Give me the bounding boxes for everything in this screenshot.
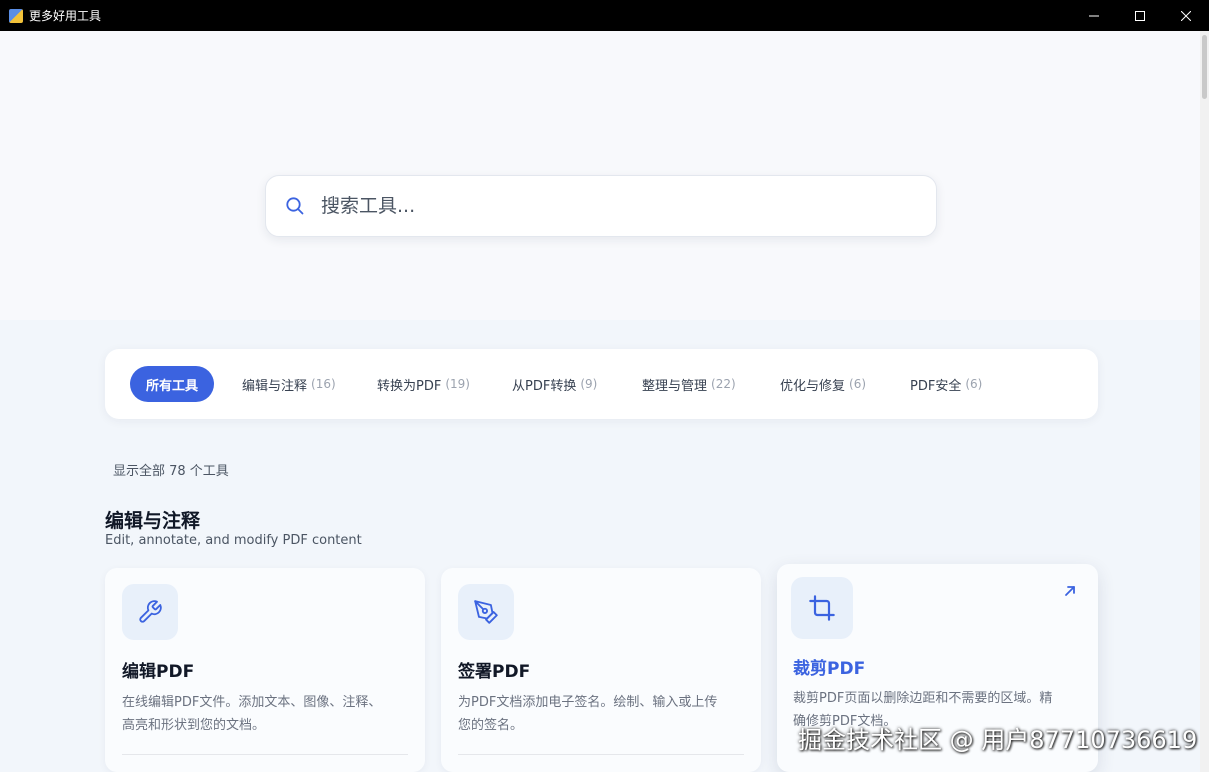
pen-nib-icon	[474, 600, 498, 624]
watermark-text: 掘金技术社区 @ 用户87710736619	[798, 726, 1198, 754]
search-icon	[286, 197, 304, 215]
card-icon-wrapper	[458, 584, 514, 640]
tab-count: (6)	[849, 377, 867, 391]
tab-label: 转换为PDF	[377, 378, 442, 394]
scrollbar[interactable]	[1200, 31, 1209, 772]
tab-label: 优化与修复	[780, 378, 846, 394]
card-icon-wrapper	[122, 584, 178, 640]
card-desc-line1: 为PDF文档添加电子签名。绘制、输入或上传	[458, 695, 718, 710]
tab-count: (6)	[965, 377, 983, 391]
search-input[interactable]	[321, 195, 881, 217]
tab-organize-manage[interactable]: 整理与管理 (22)	[642, 366, 736, 402]
tab-count: (22)	[711, 377, 736, 391]
tab-label: PDF安全	[910, 378, 962, 394]
card-desc-line1: 在线编辑PDF文件。添加文本、图像、注释、	[122, 695, 382, 710]
close-button[interactable]	[1163, 0, 1209, 31]
scroll-thumb[interactable]	[1202, 35, 1207, 99]
card-desc-line2: 您的签名。	[458, 718, 524, 733]
tab-label: 整理与管理	[642, 378, 708, 394]
crop-icon	[809, 595, 835, 621]
card-title: 裁剪PDF	[793, 659, 866, 679]
window-title: 更多好用工具	[29, 9, 102, 23]
tab-count: (19)	[445, 377, 470, 391]
tab-optimize-repair[interactable]: 优化与修复 (6)	[780, 366, 866, 402]
tab-all-tools[interactable]: 所有工具	[130, 366, 215, 402]
tab-label: 所有工具	[146, 378, 199, 394]
close-icon	[1181, 10, 1191, 21]
app-icon	[9, 8, 23, 23]
card-desc-line1: 裁剪PDF页面以删除边距和不需要的区域。精	[793, 691, 1053, 706]
tab-pdf-security[interactable]: PDF安全 (6)	[910, 366, 982, 402]
tab-convert-to-pdf[interactable]: 转换为PDF (19)	[377, 366, 470, 402]
open-external-icon[interactable]	[1063, 584, 1077, 598]
section-subtitle: Edit, annotate, and modify PDF content	[105, 533, 362, 548]
tab-edit-annotate[interactable]: 编辑与注释 (16)	[242, 366, 336, 402]
tool-count-summary: 显示全部 78 个工具	[113, 464, 229, 479]
category-tabs: 所有工具 编辑与注释 (16) 转换为PDF (19) 从PDF转换 (9) 整理与管…	[105, 349, 1098, 419]
minimize-icon	[1089, 15, 1099, 16]
tab-label: 从PDF转换	[512, 378, 577, 394]
tool-card-edit-pdf[interactable]: 编辑PDF 在线编辑PDF文件。添加文本、图像、注释、 高亮和形状到您的文档。	[105, 568, 425, 772]
search-box[interactable]	[265, 175, 937, 237]
card-title: 编辑PDF	[122, 662, 195, 682]
window-controls	[1071, 0, 1209, 31]
minimize-button[interactable]	[1071, 0, 1117, 31]
wrench-icon	[139, 600, 162, 623]
tool-card-sign-pdf[interactable]: 签署PDF 为PDF文档添加电子签名。绘制、输入或上传 您的签名。	[441, 568, 761, 772]
tab-label: 编辑与注释	[242, 378, 308, 394]
card-divider	[458, 754, 744, 755]
card-desc-line2: 高亮和形状到您的文档。	[122, 718, 266, 733]
card-icon-wrapper	[791, 577, 853, 639]
maximize-icon	[1135, 10, 1145, 21]
section-title: 编辑与注释	[105, 510, 201, 532]
maximize-button[interactable]	[1117, 0, 1163, 31]
card-title: 签署PDF	[458, 662, 531, 682]
tab-count: (16)	[311, 377, 336, 391]
window-titlebar: 更多好用工具	[0, 0, 1209, 31]
card-divider	[122, 754, 408, 755]
tab-convert-from-pdf[interactable]: 从PDF转换 (9)	[512, 366, 597, 402]
tab-count: (9)	[580, 377, 598, 391]
